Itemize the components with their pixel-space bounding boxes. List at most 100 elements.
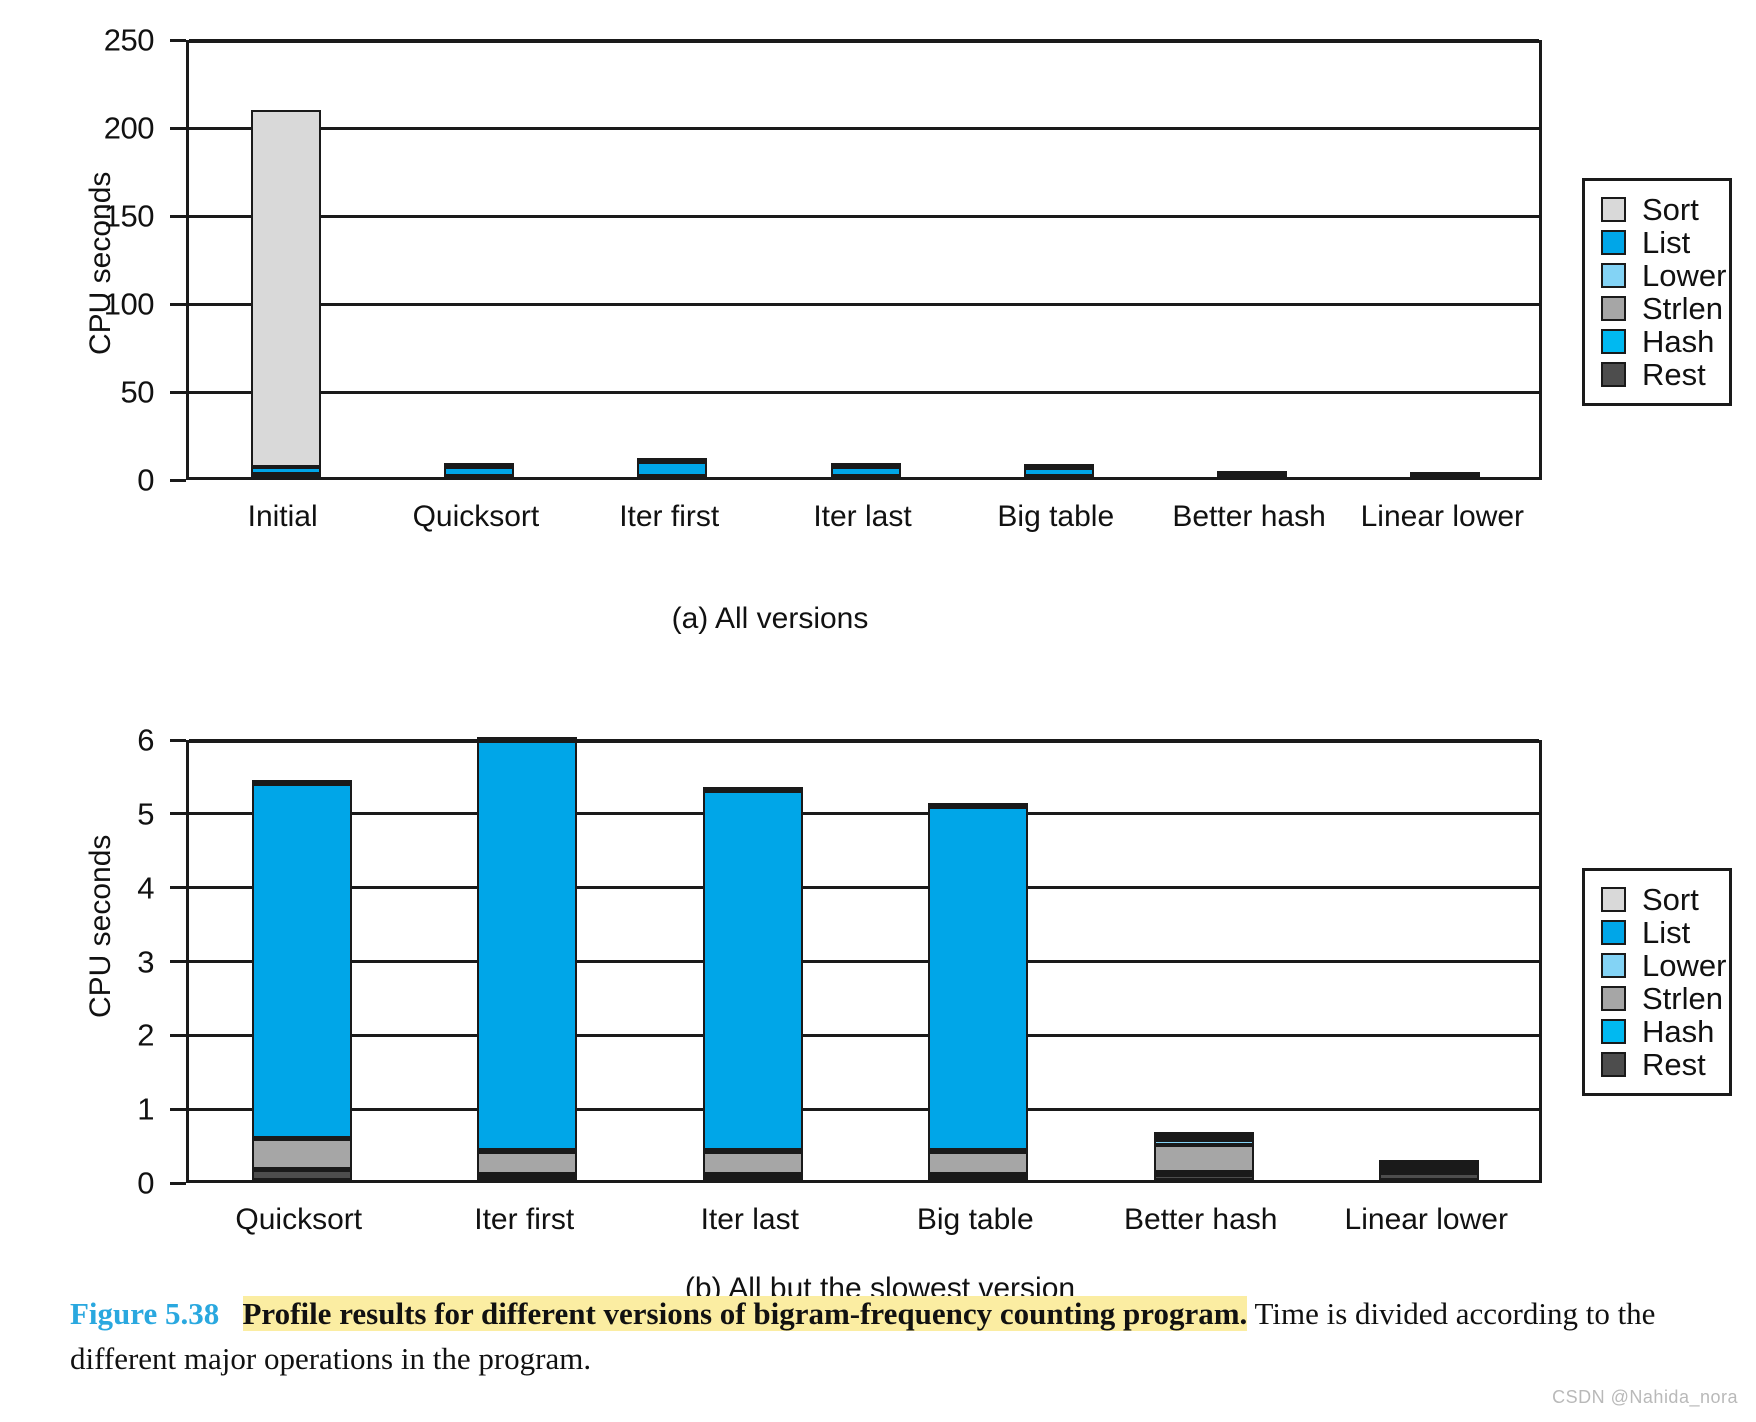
legend-swatch-hash-icon <box>1601 329 1626 354</box>
x-axis-tick-label-linear-lower: Linear lower <box>1344 1203 1508 1236</box>
legend-label: Hash <box>1642 324 1715 359</box>
legend-swatch-strlen-icon <box>1601 296 1626 321</box>
y-axis-tick <box>170 214 186 218</box>
legend-label: Lower <box>1642 258 1727 293</box>
legend-label: Rest <box>1642 357 1706 392</box>
bar-better-hash[interactable] <box>1153 1131 1254 1180</box>
gridline <box>189 214 1539 218</box>
legend-label: Strlen <box>1642 981 1723 1016</box>
panel-a-legend-item-lower[interactable]: Lower <box>1601 259 1726 292</box>
watermark: CSDN @Nahida_nora <box>1552 1387 1738 1407</box>
bar-segment-sort <box>250 109 321 467</box>
y-axis-tick-label: 250 <box>103 22 155 58</box>
panel-b-legend-item-strlen[interactable]: Strlen <box>1601 982 1723 1015</box>
bar-segment-strlen <box>251 1139 352 1169</box>
bar-iter-first[interactable] <box>477 736 578 1180</box>
bar-iter-last[interactable] <box>702 786 803 1180</box>
y-axis-tick <box>170 1181 186 1185</box>
panel-b-legend-item-hash[interactable]: Hash <box>1601 1015 1714 1048</box>
bar-segment-list <box>1023 467 1094 476</box>
panel-a-plot-area <box>186 38 1542 480</box>
bar-segment-list <box>477 740 578 1151</box>
legend-swatch-rest-icon <box>1601 1052 1626 1077</box>
legend-label: List <box>1642 915 1691 950</box>
y-axis-tick-label: 2 <box>137 1017 154 1053</box>
bar-segment-strlen <box>477 1151 578 1175</box>
y-axis-tick <box>170 960 186 963</box>
bar-quicksort[interactable] <box>251 779 352 1180</box>
legend-label: Sort <box>1642 192 1699 227</box>
legend-swatch-hash-icon <box>1601 1019 1626 1044</box>
bar-segment-sort <box>830 463 901 468</box>
panel-a-legend-item-list[interactable]: List <box>1601 226 1709 259</box>
bar-segment-sort <box>1379 1159 1480 1164</box>
bar-segment-strlen <box>702 1151 803 1175</box>
y-axis-tick-label: 200 <box>103 110 155 146</box>
y-axis-tick-label: 6 <box>137 722 154 758</box>
legend-label: Strlen <box>1642 291 1723 326</box>
panel-a-legend-item-sort[interactable]: Sort <box>1601 193 1709 226</box>
y-axis-tick-label: 50 <box>120 374 155 410</box>
y-axis-tick <box>170 302 186 306</box>
bar-better-hash[interactable] <box>1217 471 1288 477</box>
legend-label: Rest <box>1642 1047 1706 1082</box>
panel-a-subcaption: (a) All versions <box>671 602 869 635</box>
legend-swatch-sort-icon <box>1601 887 1626 912</box>
x-axis-tick-label-linear-lower: Linear lower <box>1360 500 1525 533</box>
figure-number: Figure 5.38 <box>70 1296 220 1331</box>
bar-segment-sort <box>637 458 708 463</box>
panel-b-legend-item-rest[interactable]: Rest <box>1601 1048 1709 1081</box>
y-axis-tick-label: 5 <box>137 796 154 832</box>
panel-b-y-axis-title: CPU seconds <box>84 834 117 1018</box>
bar-segment-rest <box>1153 1174 1254 1180</box>
panel-b-legend-item-lower[interactable]: Lower <box>1601 949 1726 982</box>
x-axis-tick-label-quicksort: Quicksort <box>235 1203 363 1236</box>
panel-b-legend-item-sort[interactable]: Sort <box>1601 883 1709 916</box>
bar-segment-rest <box>251 1170 352 1180</box>
legend-swatch-list-icon <box>1601 230 1626 255</box>
panel-a-legend-item-strlen[interactable]: Strlen <box>1601 292 1723 325</box>
bar-big-table[interactable] <box>928 803 1029 1180</box>
panel-a-legend: Sort List Lower Strlen Hash Rest <box>1582 178 1732 406</box>
panel-a-legend-item-hash[interactable]: Hash <box>1601 325 1714 358</box>
chart-panel-all-versions: CPU seconds (a) All versions Sort List Low… <box>0 0 1756 635</box>
plot-right-border <box>1539 740 1542 1183</box>
bar-iter-last[interactable] <box>830 463 901 477</box>
legend-swatch-list-icon <box>1601 920 1626 945</box>
bar-segment-list <box>250 466 321 475</box>
y-axis-tick <box>170 812 186 816</box>
panel-a-legend-item-rest[interactable]: Rest <box>1601 358 1709 391</box>
legend-swatch-lower-icon <box>1601 953 1626 978</box>
bar-quicksort[interactable] <box>443 463 514 477</box>
bar-linear-lower[interactable] <box>1379 1159 1480 1180</box>
y-axis-tick-label: 150 <box>103 198 155 234</box>
x-axis-tick-label-iter-last: Iter last <box>700 1203 799 1236</box>
gridline <box>189 886 1539 890</box>
y-axis-tick <box>170 1107 186 1111</box>
bar-segment-strlen <box>1153 1145 1254 1172</box>
legend-swatch-rest-icon <box>1601 362 1626 387</box>
y-axis-tick <box>170 478 186 482</box>
legend-swatch-sort-icon <box>1601 197 1626 222</box>
bar-segment-sort <box>251 779 352 784</box>
bar-segment-sort <box>1410 472 1481 477</box>
legend-label: Lower <box>1642 948 1727 983</box>
bar-segment-list <box>702 790 803 1151</box>
bar-segment-sort <box>443 463 514 468</box>
plot-top-border <box>189 40 1539 43</box>
gridline <box>189 302 1539 306</box>
bar-linear-lower[interactable] <box>1410 472 1481 477</box>
panel-b-plot-area <box>186 736 1542 1183</box>
y-axis-tick <box>170 886 186 890</box>
panel-b-legend-item-list[interactable]: List <box>1601 916 1709 949</box>
bar-iter-first[interactable] <box>637 458 708 477</box>
y-axis-tick <box>170 1033 186 1037</box>
legend-label: Hash <box>1642 1014 1715 1049</box>
legend-swatch-strlen-icon <box>1601 986 1626 1011</box>
bar-initial[interactable] <box>250 109 321 477</box>
bar-segment-sort <box>1023 463 1094 468</box>
y-axis-tick-label: 0 <box>137 1165 154 1201</box>
bar-big-table[interactable] <box>1023 463 1094 477</box>
y-axis-tick <box>170 126 186 130</box>
y-axis-tick-label: 0 <box>137 462 154 498</box>
